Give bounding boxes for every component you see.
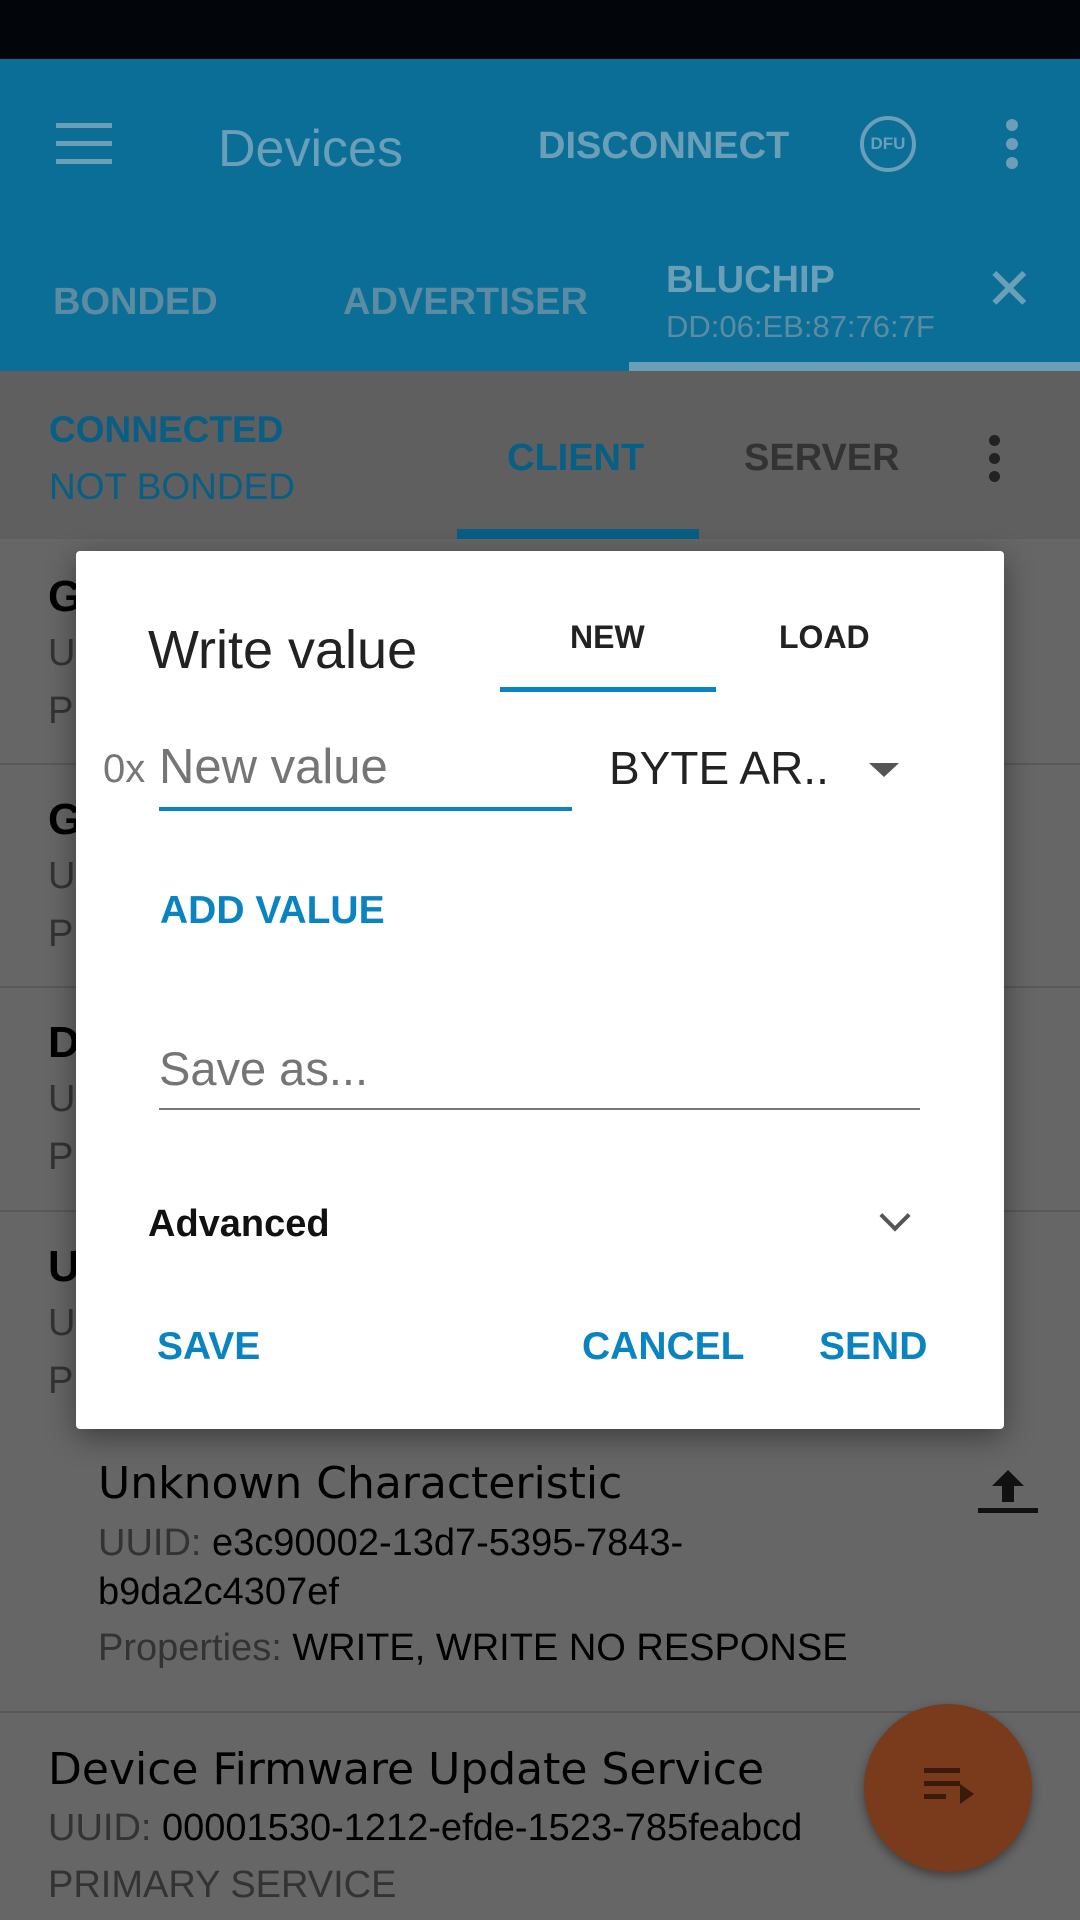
log-fab[interactable]: [864, 1704, 1032, 1872]
list-item-uuid: U: [48, 1078, 76, 1120]
new-value-input[interactable]: [159, 737, 572, 797]
write-value-dialog: Write value NEW LOAD 0x BYTE AR.. ADD VA…: [76, 551, 1004, 1429]
tab-new[interactable]: NEW: [570, 619, 645, 656]
save-as-input[interactable]: [159, 1039, 920, 1097]
advanced-toggle[interactable]: Advanced: [148, 1200, 938, 1253]
props-value: WRITE, WRITE NO RESPONSE: [292, 1627, 848, 1669]
dialog-title: Write value: [148, 620, 418, 680]
cancel-button[interactable]: CANCEL: [582, 1325, 745, 1369]
hex-prefix: 0x: [103, 747, 146, 791]
uuid-value: e3c90002-13d7-5395-7843-: [212, 1522, 684, 1564]
list-item-props: P: [48, 1360, 74, 1402]
more-icon[interactable]: [989, 435, 1001, 482]
close-tab-icon[interactable]: ✕: [985, 261, 1034, 319]
props-label: Properties:: [98, 1627, 282, 1669]
list-item-uuid: U: [48, 632, 76, 674]
tab-device-name[interactable]: BLUCHIP: [666, 259, 835, 302]
tab-bonded[interactable]: BONDED: [53, 281, 218, 324]
list-item-uuid: U: [48, 855, 76, 897]
service-uuid: UUID: 00001530-1212-efde-1523-785feabcd: [48, 1807, 802, 1850]
list-item-props: P: [48, 913, 74, 955]
dfu-icon[interactable]: DFU: [860, 116, 916, 172]
client-tab-indicator: [457, 529, 699, 539]
tab-device-mac: DD:06:EB:87:76:7F: [666, 309, 935, 344]
list-item-props: P: [48, 690, 74, 732]
uuid-label: UUID:: [48, 1807, 152, 1849]
more-icon[interactable]: [1006, 119, 1020, 169]
uuid-label: UUID:: [98, 1522, 202, 1564]
playlist-icon: [924, 1768, 974, 1804]
disconnect-button[interactable]: DISCONNECT: [538, 125, 789, 168]
tab-load[interactable]: LOAD: [779, 619, 870, 656]
add-value-button[interactable]: ADD VALUE: [160, 889, 385, 933]
format-select[interactable]: BYTE AR..: [609, 741, 939, 801]
characteristic-uuid-cont: b9da2c4307ef: [98, 1571, 339, 1613]
characteristic-name: Unknown Characteristic: [98, 1458, 623, 1509]
service-name: Device Firmware Update Service: [48, 1744, 765, 1795]
app-bar: Devices DISCONNECT DFU BONDED ADVERTISER…: [0, 59, 1080, 371]
menu-icon[interactable]: [56, 123, 112, 165]
tab-advertiser[interactable]: ADVERTISER: [343, 281, 588, 324]
save-as-underline: [159, 1108, 920, 1110]
upload-icon[interactable]: [978, 1470, 1038, 1520]
characteristic-properties: Properties: WRITE, WRITE NO RESPONSE: [98, 1627, 848, 1670]
chevron-down-icon: [879, 1200, 911, 1232]
tab-new-indicator: [500, 687, 716, 692]
list-item-uuid: U: [48, 1302, 76, 1344]
connection-state: CONNECTED: [49, 409, 284, 450]
tab-client[interactable]: CLIENT: [507, 437, 644, 480]
connection-header: CONNECTED NOT BONDED CLIENT SERVER: [0, 371, 1080, 539]
advanced-label: Advanced: [148, 1203, 330, 1245]
send-button[interactable]: SEND: [819, 1325, 927, 1369]
status-bar: [0, 0, 1080, 59]
service-type: PRIMARY SERVICE: [48, 1864, 397, 1906]
tab-server[interactable]: SERVER: [744, 437, 900, 480]
dropdown-arrow-icon: [869, 763, 899, 777]
format-value: BYTE AR..: [609, 742, 829, 794]
bond-state: NOT BONDED: [49, 466, 296, 507]
uuid-value: 00001530-1212-efde-1523-785feabcd: [162, 1807, 803, 1849]
list-item-props: P: [48, 1136, 74, 1178]
save-button[interactable]: SAVE: [157, 1325, 260, 1369]
characteristic-uuid: UUID: e3c90002-13d7-5395-7843-: [98, 1522, 683, 1565]
list-item-title: D: [48, 1018, 80, 1067]
tab-indicator: [629, 362, 1080, 371]
page-title: Devices: [218, 120, 403, 178]
new-value-underline: [159, 807, 572, 811]
list-item-title: U: [48, 1242, 80, 1291]
